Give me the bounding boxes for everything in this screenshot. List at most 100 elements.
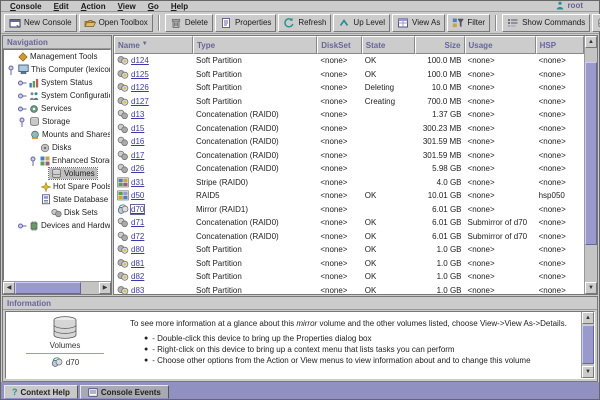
table-row-d50[interactable]: d50RAID5<none>OK10.01 GB<none>hsp050 — [114, 189, 584, 203]
table-row-d15[interactable]: d15Concatenation (RAID0)<none>300.23 MB<… — [114, 122, 584, 136]
menu-view[interactable]: View — [112, 2, 142, 11]
information-vertical-scrollbar[interactable]: ▲ ▼ — [581, 312, 594, 378]
column-header-name[interactable]: Name▼ — [114, 36, 193, 54]
table-row-d80[interactable]: d80Soft Partition<none>OK1.0 GB<none><no… — [114, 243, 584, 257]
tree-item-mounts-and-shares[interactable]: Mounts and Shares — [4, 128, 110, 141]
volume-link-d125[interactable]: d125 — [131, 70, 149, 79]
menu-edit[interactable]: Edit — [48, 2, 75, 11]
menu-console[interactable]: Console — [4, 2, 48, 11]
filter-button[interactable]: Filter — [447, 14, 490, 32]
cell-diskset: <none> — [317, 83, 361, 92]
table-row-d125[interactable]: d125Soft Partition<none>OK100.0 MB<none>… — [114, 68, 584, 82]
table-row-d17[interactable]: d17Concatenation (RAID0)<none>301.59 MB<… — [114, 149, 584, 163]
navigation-scroll-thumb[interactable] — [15, 282, 81, 294]
delete-button[interactable]: Delete — [165, 14, 213, 32]
volume-link-d13[interactable]: d13 — [131, 110, 144, 119]
information-scroll-thumb[interactable] — [582, 325, 594, 364]
volume-link-d83[interactable]: d83 — [131, 286, 144, 294]
scroll-right-button[interactable]: ▶ — [99, 282, 111, 294]
table-row-d82[interactable]: d82Soft Partition<none>OK1.0 GB<none><no… — [114, 270, 584, 284]
view-as-button[interactable]: View As — [392, 14, 445, 32]
table-row-d81[interactable]: d81Soft Partition<none>OK1.0 GB<none><no… — [114, 257, 584, 271]
tree-item-system-status[interactable]: System Status — [4, 76, 110, 89]
tree-item-hot-spare-pools[interactable]: Hot Spare Pools — [4, 180, 110, 193]
properties-button[interactable]: Properties — [215, 14, 276, 32]
show-commands-button[interactable]: Show Commands — [502, 14, 590, 32]
refresh-button[interactable]: Refresh — [278, 14, 331, 32]
table-vertical-scrollbar[interactable]: ▲ ▼ — [584, 36, 597, 294]
table-row-d83[interactable]: d83Soft Partition<none>OK1.0 GB<none><no… — [114, 284, 584, 295]
tree-item-state-database[interactable]: State Database — [4, 193, 110, 206]
cre-button[interactable]: Cre... — [592, 14, 600, 32]
column-header-usage[interactable]: Usage — [465, 36, 536, 54]
tree-item-volumes[interactable]: Volumes — [4, 167, 110, 180]
up-level-button[interactable]: Up Level — [333, 14, 390, 32]
cell-name: d31 — [114, 177, 193, 188]
table-row-d13[interactable]: d13Concatenation (RAID0)<none>1.37 GB<no… — [114, 108, 584, 122]
menubar: ConsoleEditActionViewGoHelp root — [1, 1, 599, 12]
new-console-button[interactable]: New Console — [4, 14, 77, 32]
information-scroll-track[interactable] — [582, 324, 594, 366]
tab-console-events[interactable]: Console Events — [80, 385, 169, 399]
scroll-up-button[interactable]: ▲ — [585, 36, 597, 48]
cell-usage: <none> — [465, 124, 536, 133]
table-row-d124[interactable]: d124Soft Partition<none>OK100.0 MB<none>… — [114, 54, 584, 68]
table-row-d70[interactable]: d70Mirror (RAID1)<none>6.01 GB<none><non… — [114, 203, 584, 217]
table-scroll-track[interactable] — [585, 48, 597, 282]
column-header-hsp[interactable]: HSP — [536, 36, 584, 54]
volume-link-d81[interactable]: d81 — [131, 259, 144, 268]
column-header-size[interactable]: Size — [415, 36, 464, 54]
tree-item-storage[interactable]: Storage — [4, 115, 110, 128]
volume-link-d70[interactable]: d70 — [131, 205, 144, 214]
menu-go[interactable]: Go — [142, 2, 165, 11]
navigation-horizontal-scrollbar[interactable]: ◀ ▶ — [3, 281, 111, 294]
scroll-up-button[interactable]: ▲ — [582, 312, 594, 324]
volume-link-d126[interactable]: d126 — [131, 83, 149, 92]
volume-link-d17[interactable]: d17 — [131, 151, 144, 160]
column-header-diskset[interactable]: DiskSet — [317, 36, 361, 54]
volume-link-d82[interactable]: d82 — [131, 272, 144, 281]
table-row-d31[interactable]: d31Stripe (RAID0)<none>4.0 GB<none><none… — [114, 176, 584, 190]
table-row-d127[interactable]: d127Soft Partition<none>Creating700.0 MB… — [114, 95, 584, 109]
cell-type: Soft Partition — [193, 259, 317, 268]
volume-link-d127[interactable]: d127 — [131, 97, 149, 106]
tree-item-this-computer-lexicon[interactable]: This Computer (lexicon) — [4, 63, 110, 76]
table-row-d26[interactable]: d26Concatenation (RAID0)<none>5.98 GB<no… — [114, 162, 584, 176]
volume-link-d16[interactable]: d16 — [131, 137, 144, 146]
tree-item-devices-and-hardware[interactable]: Devices and Hardware — [4, 219, 110, 232]
tree-item-services[interactable]: Services — [4, 102, 110, 115]
column-header-type[interactable]: Type — [193, 36, 317, 54]
menu-action[interactable]: Action — [75, 2, 112, 11]
tab-context-help[interactable]: ?Context Help — [4, 385, 78, 399]
volume-link-d15[interactable]: d15 — [131, 124, 144, 133]
table-row-d71[interactable]: d71Concatenation (RAID0)<none>OK6.01 GBS… — [114, 216, 584, 230]
column-label: Type — [197, 41, 215, 53]
toolbar-separator — [495, 15, 497, 31]
scroll-down-button[interactable]: ▼ — [582, 366, 594, 378]
volume-link-d72[interactable]: d72 — [131, 232, 144, 241]
navigation-scroll-track[interactable] — [15, 282, 99, 294]
table-row-d126[interactable]: d126Soft Partition<none>Deleting10.0 MB<… — [114, 81, 584, 95]
volume-link-d71[interactable]: d71 — [131, 218, 144, 227]
column-header-state[interactable]: State — [362, 36, 415, 54]
volume-link-d80[interactable]: d80 — [131, 245, 144, 254]
menu-help[interactable]: Help — [165, 2, 194, 11]
volume-link-d124[interactable]: d124 — [131, 56, 149, 65]
tree-item-system-configuration[interactable]: System Configuration — [4, 89, 110, 102]
volume-link-d50[interactable]: d50 — [131, 191, 144, 200]
volume-link-d26[interactable]: d26 — [131, 164, 144, 173]
main-area: Navigation Management ToolsThis Computer… — [1, 34, 599, 296]
tree-item-management-tools[interactable]: Management Tools — [4, 50, 110, 63]
cell-name: d124 — [114, 55, 193, 66]
tree-item-disks[interactable]: Disks — [4, 141, 110, 154]
table-row-d16[interactable]: d16Concatenation (RAID0)<none>301.59 MB<… — [114, 135, 584, 149]
volume-link-d31[interactable]: d31 — [131, 178, 144, 187]
scroll-down-button[interactable]: ▼ — [585, 282, 597, 294]
table-scroll-thumb[interactable] — [585, 62, 597, 245]
tree-item-disk-sets[interactable]: Disk Sets — [4, 206, 110, 219]
open-toolbox-button[interactable]: Open Toolbox — [79, 14, 153, 32]
tree-item-enhanced-storage[interactable]: Enhanced Storage — [4, 154, 110, 167]
user-name: root — [567, 1, 583, 10]
table-row-d72[interactable]: d72Concatenation (RAID0)<none>OK6.01 GBS… — [114, 230, 584, 244]
scroll-left-button[interactable]: ◀ — [3, 282, 15, 294]
